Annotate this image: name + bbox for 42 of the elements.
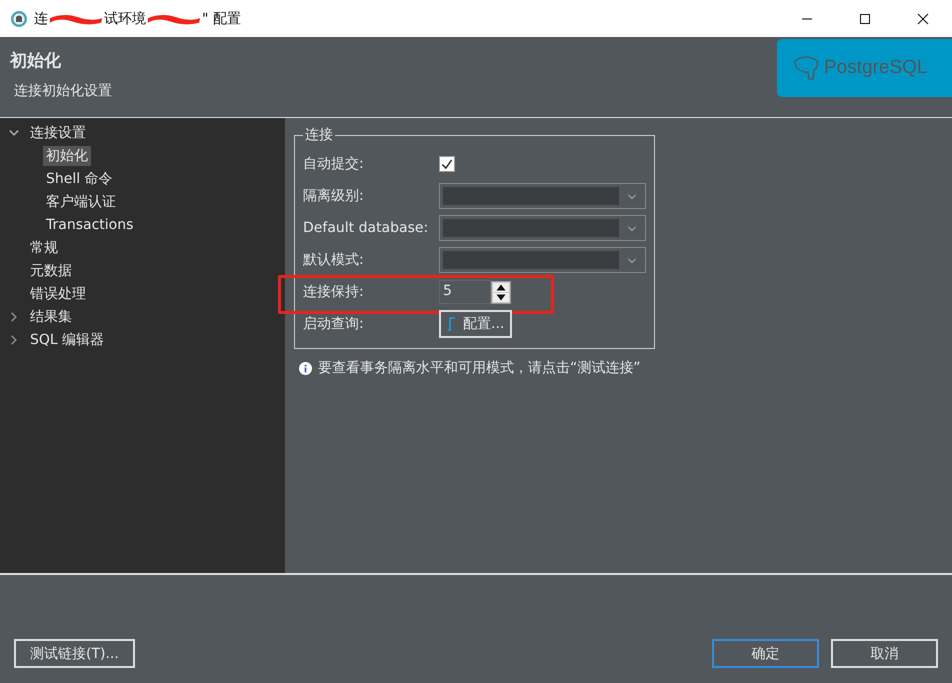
page-subtitle: 连接初始化设置 xyxy=(14,82,112,100)
field-label: Default database: xyxy=(303,220,430,236)
tree-item[interactable]: 客户端认证 xyxy=(43,192,119,212)
window-title: 试环境 xyxy=(104,10,146,28)
checkbox[interactable] xyxy=(439,156,455,172)
field-label: 自动提交: xyxy=(303,155,365,173)
ok-button[interactable]: 确定 xyxy=(712,639,819,668)
window-title: 连 xyxy=(34,10,48,28)
number-field[interactable]: 5 xyxy=(439,280,491,304)
window-title: " 配置 xyxy=(202,10,241,28)
chevron-down-icon xyxy=(627,256,637,266)
group-title: 连接 xyxy=(304,126,334,144)
logo-text: PostgreSQL xyxy=(824,57,928,79)
cancel-button[interactable]: 取消 xyxy=(831,639,938,668)
field-label: 连接保持: xyxy=(303,283,365,301)
field-label: 启动查询: xyxy=(303,315,365,333)
configure-button[interactable]: 配置... xyxy=(439,310,512,338)
chevron-down-icon xyxy=(627,192,637,202)
info-icon xyxy=(299,362,312,374)
test-connection-button[interactable]: 测试链接(T)... xyxy=(14,639,135,668)
tree-item[interactable]: 元数据 xyxy=(27,260,75,280)
tree-item[interactable]: 常规 xyxy=(27,238,61,258)
tree-item[interactable]: 初始化 xyxy=(43,146,91,166)
chevron-down-icon xyxy=(627,224,637,234)
bracket-icon xyxy=(447,317,457,331)
close-icon[interactable] xyxy=(917,12,929,24)
dropdown-field[interactable] xyxy=(439,215,646,241)
info-text: 要查看事务隔离水平和可用模式，请点击“测试连接” xyxy=(318,359,641,377)
spinner-control[interactable] xyxy=(491,280,511,304)
dropdown-field[interactable] xyxy=(439,183,646,209)
tree-item[interactable]: Shell 命令 xyxy=(43,168,116,188)
tree-item[interactable]: SQL 编辑器 xyxy=(27,330,108,350)
tree-item[interactable]: 结果集 xyxy=(27,306,75,326)
field-label: 默认模式: xyxy=(303,251,365,269)
app-icon xyxy=(10,10,28,28)
tree-item[interactable]: 连接设置 xyxy=(27,122,89,142)
page-title: 初始化 xyxy=(10,50,62,72)
maximize-icon[interactable] xyxy=(859,12,871,24)
dropdown-field[interactable] xyxy=(439,247,646,273)
tree-item[interactable]: Transactions xyxy=(43,216,136,234)
field-label: 隔离级别: xyxy=(303,187,365,205)
tree-item[interactable]: 错误处理 xyxy=(27,284,89,304)
